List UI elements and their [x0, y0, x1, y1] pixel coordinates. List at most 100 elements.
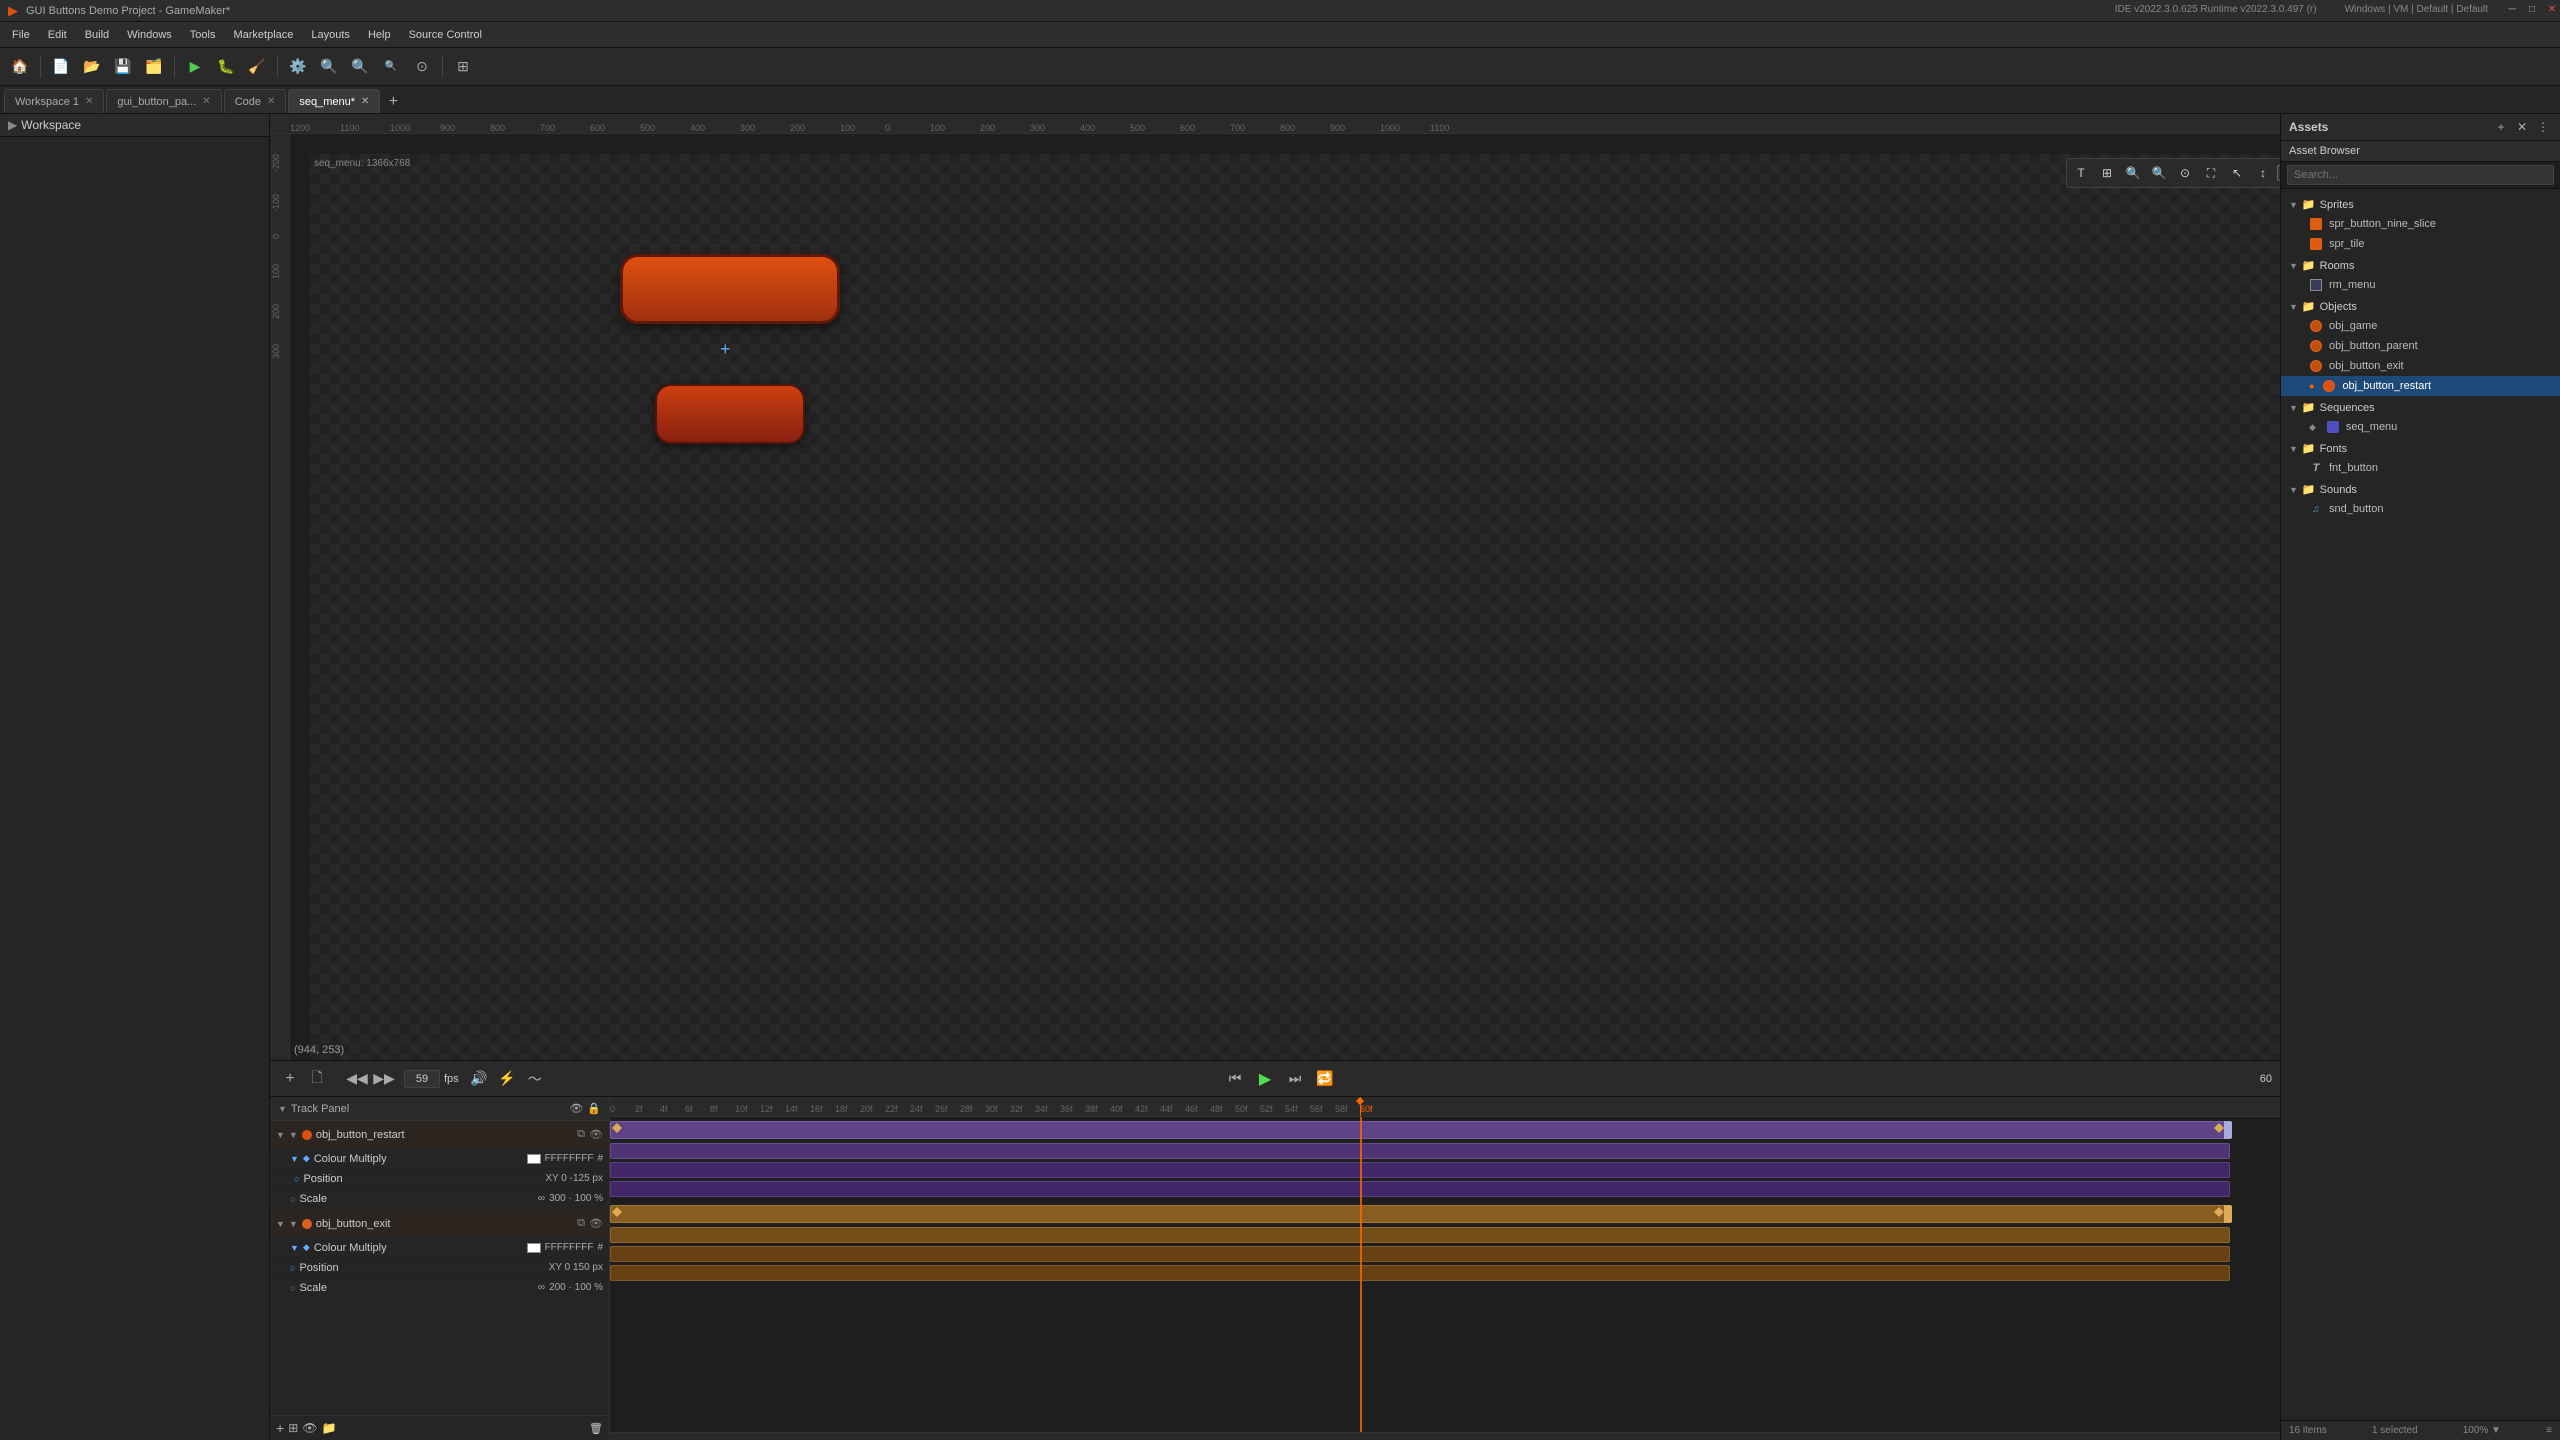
- asset-item-obj-game[interactable]: obj_game: [2281, 316, 2560, 336]
- search-button[interactable]: 🔍: [315, 53, 343, 81]
- zoom-fit-canvas-button[interactable]: ⊙: [2173, 161, 2197, 185]
- fullscreen-canvas-button[interactable]: ⛶: [2199, 161, 2223, 185]
- play-button[interactable]: ▶: [1253, 1067, 1277, 1091]
- track-view-button[interactable]: ⊞: [288, 1421, 298, 1435]
- menu-source-control[interactable]: Source Control: [401, 27, 490, 43]
- zoom-out-button[interactable]: 🔍: [377, 53, 405, 81]
- track-exit-end-handle[interactable]: [2224, 1205, 2232, 1223]
- asset-item-obj-button-restart[interactable]: ● obj_button_restart: [2281, 376, 2560, 396]
- asset-item-spr-tile[interactable]: spr_tile: [2281, 234, 2560, 254]
- asset-group-sounds-header[interactable]: ▼ 📁 Sounds: [2281, 480, 2560, 499]
- add-tab-button[interactable]: +: [382, 91, 404, 113]
- canvas-content[interactable]: seq_menu: 1366x768 + T ⊞ 🔍 🔍 ⊙ ⛶: [310, 154, 2280, 1060]
- menu-build[interactable]: Build: [77, 27, 117, 43]
- menu-windows[interactable]: Windows: [119, 27, 180, 43]
- timeline-content-area[interactable]: ▶ ▶: [610, 1117, 2280, 1432]
- canvas-area[interactable]: 1200 1100 1000 900 800 700 600 500 400 3…: [270, 114, 2280, 1060]
- tab-gui-button-close[interactable]: ✕: [202, 96, 210, 107]
- layout-button[interactable]: ⊞: [449, 53, 477, 81]
- asset-group-sprites-header[interactable]: ▼ 📁 Sprites: [2281, 195, 2560, 214]
- restart-colour-row: ▼ ◆ Colour Multiply FFFFFFFF #: [270, 1149, 609, 1169]
- fps-input[interactable]: 59: [404, 1070, 440, 1088]
- track-folder-button[interactable]: 📁: [321, 1421, 336, 1435]
- asset-item-snd-button[interactable]: ♫ snd_button: [2281, 499, 2560, 519]
- asset-item-spr-button-nine-slice[interactable]: spr_button_nine_slice: [2281, 214, 2560, 234]
- zoom-out-canvas-button[interactable]: 🔍: [2121, 161, 2145, 185]
- loop-sound-button[interactable]: 🔊: [467, 1067, 491, 1091]
- zoom-in-button[interactable]: 🔍: [346, 53, 374, 81]
- track-eye-button[interactable]: 👁: [302, 1421, 317, 1435]
- zoom-reset-button[interactable]: ⊙: [408, 53, 436, 81]
- home-button[interactable]: 🏠: [6, 53, 34, 81]
- tab-workspace1[interactable]: Workspace 1 ✕: [4, 89, 104, 113]
- exit-track-copy-icon[interactable]: ⧉: [577, 1217, 585, 1230]
- tab-gui-button[interactable]: gui_button_pa... ✕: [106, 89, 221, 113]
- track-row-restart[interactable]: ▼ ▼ obj_button_restart ⧉ 👁: [270, 1121, 609, 1149]
- restart-track-eye-icon[interactable]: 👁: [589, 1128, 603, 1141]
- maximize-button[interactable]: □: [2524, 2, 2540, 18]
- assets-add-button[interactable]: +: [2492, 118, 2510, 136]
- add-track-button[interactable]: +: [278, 1067, 302, 1091]
- assets-close-button[interactable]: ✕: [2513, 118, 2531, 136]
- exit-track-eye-icon[interactable]: 👁: [589, 1217, 603, 1230]
- skip-start-button[interactable]: ⏮: [1223, 1067, 1247, 1091]
- asset-item-obj-button-exit[interactable]: obj_button_exit: [2281, 356, 2560, 376]
- color-tool-button[interactable]: [2277, 165, 2280, 181]
- curve-button[interactable]: 〜: [523, 1067, 547, 1091]
- asset-item-obj-button-parent[interactable]: obj_button_parent: [2281, 336, 2560, 356]
- add-track-footer-button[interactable]: +: [276, 1420, 284, 1436]
- new-button[interactable]: 📄: [47, 53, 75, 81]
- menu-tools[interactable]: Tools: [182, 27, 224, 43]
- settings-button[interactable]: ⚙️: [284, 53, 312, 81]
- run-button[interactable]: ▶: [181, 53, 209, 81]
- open-button[interactable]: 📂: [78, 53, 106, 81]
- debug-button[interactable]: 🐛: [212, 53, 240, 81]
- track-panel-eye-icon[interactable]: 👁: [569, 1102, 583, 1115]
- zoom-in-canvas-button[interactable]: 🔍: [2147, 161, 2171, 185]
- move-tool-button[interactable]: ↕: [2251, 161, 2275, 185]
- save-all-button[interactable]: 🗂️: [140, 53, 168, 81]
- menu-layouts[interactable]: Layouts: [303, 27, 358, 43]
- prev-frame-button[interactable]: ◀◀: [345, 1067, 369, 1091]
- tab-seq-menu[interactable]: seq_menu* ✕: [288, 89, 380, 113]
- assets-menu-button[interactable]: ⋮: [2534, 118, 2552, 136]
- flash-button[interactable]: ⚡: [495, 1067, 519, 1091]
- timeline-tracks[interactable]: 0 2f 4f 6f 8f 10f 12f 14f 16f 18f 20f 22…: [610, 1097, 2280, 1440]
- asset-search-input[interactable]: [2287, 165, 2554, 185]
- asset-menu-icon[interactable]: ≡: [2546, 1425, 2552, 1436]
- menu-file[interactable]: File: [4, 27, 38, 43]
- skip-end-button[interactable]: ⏭: [1283, 1067, 1307, 1091]
- select-tool-button[interactable]: ↖: [2225, 161, 2249, 185]
- tab-code-close[interactable]: ✕: [267, 96, 275, 107]
- grid-tool-button[interactable]: ⊞: [2095, 161, 2119, 185]
- next-frame-button[interactable]: ▶▶: [372, 1067, 396, 1091]
- save-button[interactable]: 💾: [109, 53, 137, 81]
- menu-edit[interactable]: Edit: [40, 27, 75, 43]
- asset-group-sequences-header[interactable]: ▼ 📁 Sequences: [2281, 398, 2560, 417]
- track-exit-main-bar: [610, 1205, 2230, 1223]
- close-button[interactable]: ✕: [2544, 2, 2560, 18]
- clean-button[interactable]: 🧹: [243, 53, 271, 81]
- tab-seq-menu-close[interactable]: ✕: [361, 96, 369, 107]
- menu-marketplace[interactable]: Marketplace: [225, 27, 301, 43]
- text-tool-button[interactable]: T: [2069, 161, 2093, 185]
- track-delete-button[interactable]: 🗑: [589, 1422, 603, 1435]
- track-row-exit[interactable]: ▼ ▼ obj_button_exit ⧉ 👁: [270, 1210, 609, 1238]
- minimize-button[interactable]: ─: [2504, 2, 2520, 18]
- tab-workspace1-close[interactable]: ✕: [85, 96, 93, 107]
- menu-help[interactable]: Help: [360, 27, 399, 43]
- track-panel-lock-icon[interactable]: 🔒: [587, 1102, 601, 1115]
- loop-button[interactable]: 🔁: [1313, 1067, 1337, 1091]
- restart-track-copy-icon[interactable]: ⧉: [577, 1128, 585, 1141]
- asset-item-rm-menu[interactable]: rm_menu: [2281, 275, 2560, 295]
- track-restart-end-handle[interactable]: [2224, 1121, 2232, 1139]
- asset-item-seq-menu[interactable]: ◆ seq_menu: [2281, 417, 2560, 437]
- asset-item-fnt-button[interactable]: T fnt_button: [2281, 458, 2560, 478]
- asset-group-fonts-header[interactable]: ▼ 📁 Fonts: [2281, 439, 2560, 458]
- timeline-hscroll[interactable]: [610, 1432, 2280, 1440]
- track-panel-footer: + ⊞ 👁 📁 🗑: [270, 1415, 609, 1440]
- track-options-button[interactable]: 🗋: [305, 1067, 329, 1091]
- asset-group-rooms-header[interactable]: ▼ 📁 Rooms: [2281, 256, 2560, 275]
- tab-code[interactable]: Code ✕: [224, 89, 287, 113]
- asset-group-objects-header[interactable]: ▼ 📁 Objects: [2281, 297, 2560, 316]
